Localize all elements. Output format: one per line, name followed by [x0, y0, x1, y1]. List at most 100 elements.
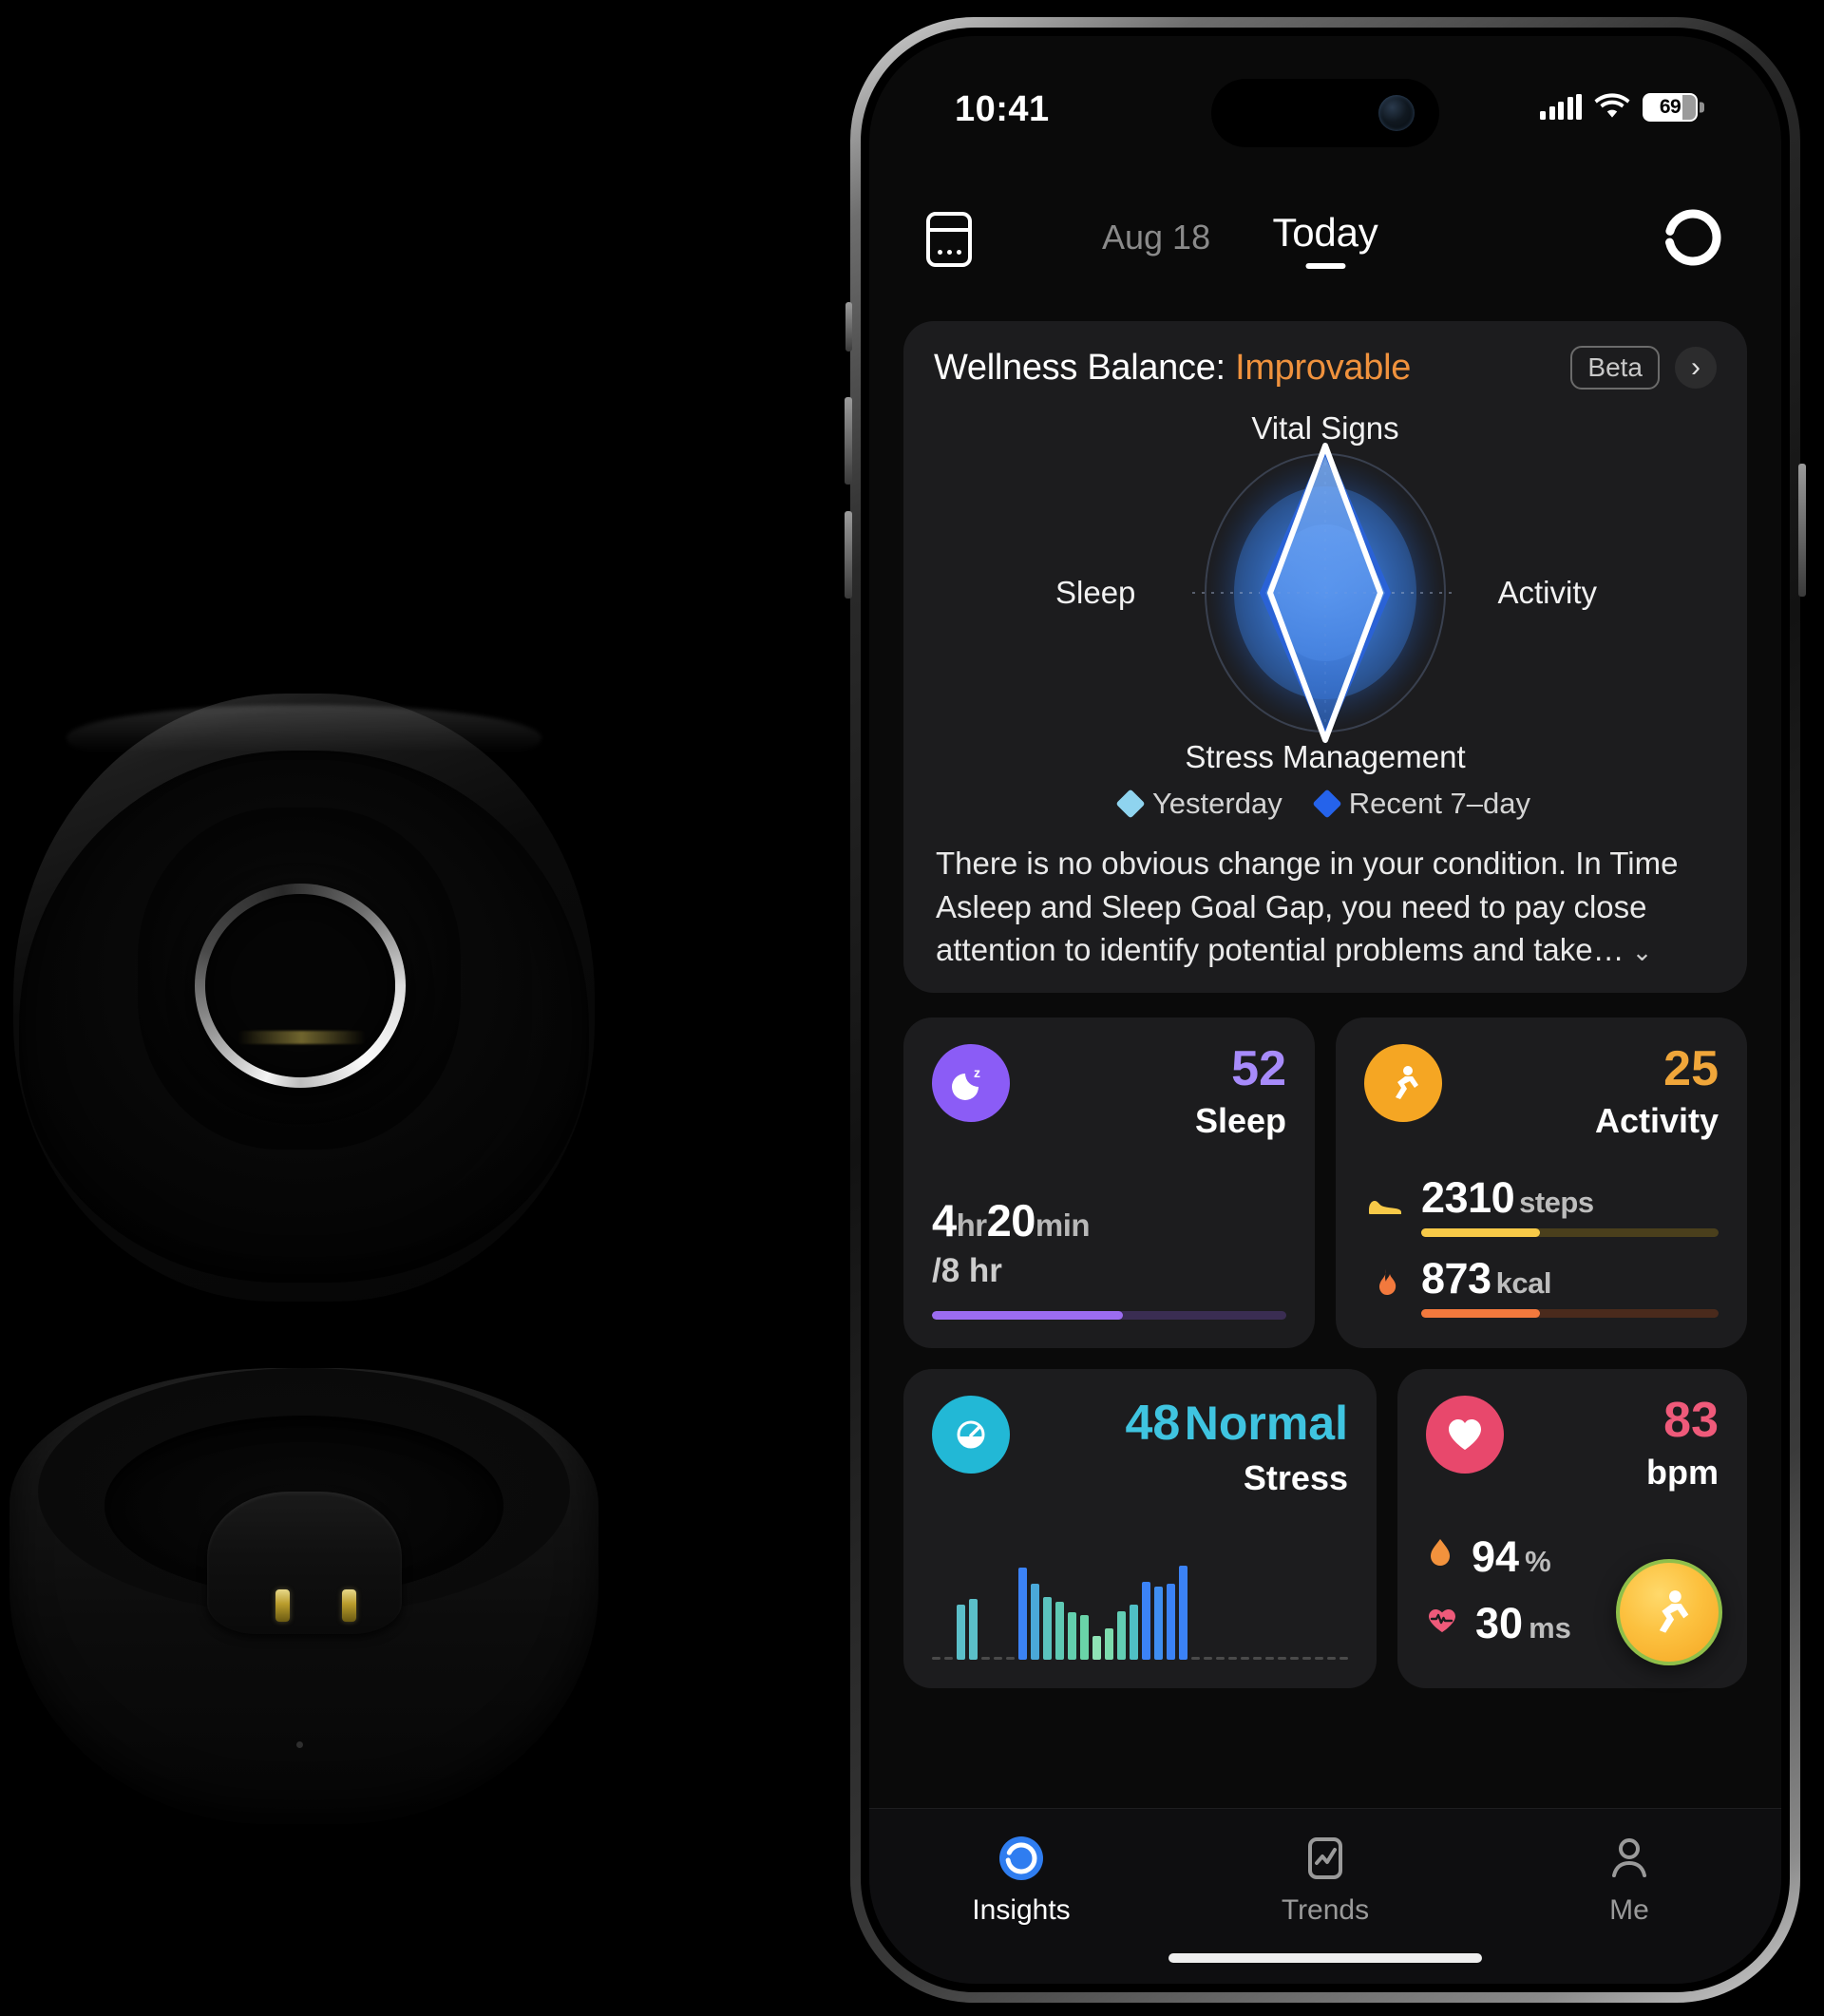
heart-rate-card[interactable]: 83 bpm 94 % 30 ms [1397, 1368, 1747, 1688]
status-time: 10:41 [955, 89, 1050, 129]
stress-bar [1068, 1612, 1076, 1660]
sleep-score: 52 [1231, 1040, 1286, 1096]
steps-value: 2310 [1421, 1172, 1515, 1222]
sleep-score-block: 52 Sleep [1195, 1044, 1286, 1141]
stress-card-label: Stress [1243, 1457, 1348, 1497]
phone-device: 10:41 69 Aug 18 Today Wellness Balance: … [845, 17, 1806, 2003]
legend-label-yesterday: Yesterday [1151, 787, 1282, 820]
battery-percent: 69 [1659, 95, 1682, 118]
beta-badge: Beta [1570, 346, 1660, 390]
smart-ring-contacts [238, 1031, 366, 1044]
flame-icon [1364, 1268, 1406, 1303]
stress-bar [1043, 1596, 1052, 1660]
tab-me[interactable]: Me [1477, 1834, 1781, 1927]
sleep-hours: 4 [932, 1194, 957, 1246]
stress-score-line: 48 Normal [1125, 1396, 1348, 1451]
sleep-card[interactable]: z 52 Sleep 4hr20min /8 hr [903, 1017, 1315, 1348]
stress-bar [1006, 1656, 1015, 1660]
blood-oxygen-value: 94 [1472, 1531, 1520, 1581]
sneaker-icon [1364, 1188, 1406, 1222]
stress-bar [1179, 1565, 1188, 1660]
heart-rate-value: 83 [1663, 1392, 1719, 1448]
workout-run-icon[interactable] [1616, 1558, 1722, 1665]
wellness-balance-card[interactable]: Wellness Balance: Improvable Beta › Vita… [903, 321, 1747, 993]
charging-pin-2 [342, 1589, 356, 1622]
chevron-down-icon[interactable]: ⌄ [1632, 936, 1653, 970]
tab-today[interactable]: Today [1272, 210, 1378, 269]
steps-unit: steps [1519, 1185, 1594, 1219]
calories-progress-bar [1421, 1308, 1719, 1318]
activity-card[interactable]: 25 Activity 2310 steps 873 kcal [1336, 1017, 1747, 1348]
heart-rate-card-header: 83 bpm [1426, 1395, 1719, 1493]
blood-oxygen-unit: % [1525, 1544, 1551, 1578]
legend-item-yesterday: Yesterday [1115, 787, 1282, 821]
radar-plot [1192, 442, 1458, 744]
activity-card-header: 25 Activity [1364, 1043, 1719, 1141]
front-camera-icon [1378, 95, 1415, 131]
tab-label-insights: Insights [972, 1894, 1071, 1926]
stress-bar [1228, 1656, 1237, 1660]
status-indicators: 69 [1540, 91, 1698, 123]
tab-trends[interactable]: Trends [1173, 1834, 1477, 1927]
tab-insights[interactable]: Insights [869, 1834, 1173, 1927]
stress-bar [981, 1656, 990, 1660]
calories-row: 873 kcal [1364, 1254, 1719, 1318]
running-person-icon [1364, 1043, 1442, 1122]
home-indicator[interactable] [1168, 1953, 1482, 1963]
heart-rate-score-block: 83 bpm [1646, 1396, 1719, 1493]
header-date[interactable]: Aug 18 [1102, 218, 1210, 257]
stress-bar [1154, 1586, 1163, 1660]
sleep-duration: 4hr20min [932, 1194, 1286, 1246]
stress-bar [957, 1605, 965, 1660]
cellular-bars-icon [1540, 93, 1582, 120]
stress-bar [1191, 1656, 1200, 1660]
heart-icon [1426, 1395, 1504, 1474]
calendar-icon[interactable] [926, 212, 972, 267]
stress-bar [1105, 1627, 1113, 1660]
power-button[interactable] [1798, 464, 1806, 597]
calories-value-wrap: 873 kcal [1421, 1254, 1551, 1303]
legend-diamond-recent-7day [1312, 789, 1342, 819]
person-icon [1605, 1834, 1654, 1883]
sleep-minutes: 20 [986, 1194, 1036, 1246]
activity-score-block: 25 Activity [1595, 1044, 1719, 1141]
hrv-heartbeat-icon [1426, 1607, 1458, 1640]
blood-oxygen-value-wrap: 94% [1472, 1532, 1551, 1582]
insights-ring-icon [997, 1834, 1046, 1883]
radar-axis-label-sleep: Sleep [1055, 575, 1136, 610]
stress-bar [1130, 1605, 1138, 1660]
stress-bar-chart [932, 1555, 1348, 1660]
steps-col: 2310 steps [1421, 1173, 1719, 1237]
stress-bar [1302, 1656, 1311, 1660]
tab-label-trends: Trends [1281, 1894, 1370, 1926]
steps-value-wrap: 2310 steps [1421, 1173, 1594, 1222]
sleep-progress-bar [932, 1310, 1286, 1320]
wellness-description[interactable]: There is no obvious change in your condi… [903, 821, 1747, 976]
metric-grid-row-2: 48 Normal Stress 83 bpm 94 % 30 ms [903, 1368, 1747, 1688]
sleep-minutes-unit: min [1035, 1207, 1091, 1243]
volume-up-button[interactable] [845, 397, 852, 485]
case-lid-highlight [66, 705, 542, 771]
radar-axis-label-activity: Activity [1497, 575, 1597, 610]
hrv-value-wrap: 30 ms [1475, 1599, 1571, 1648]
stress-state: Normal [1184, 1396, 1348, 1450]
wifi-icon [1594, 91, 1630, 123]
chevron-right-icon[interactable]: › [1675, 347, 1717, 389]
sync-refresh-icon[interactable] [1663, 208, 1722, 267]
volume-down-button[interactable] [845, 511, 852, 599]
stress-bar [1055, 1602, 1064, 1660]
stress-bar [1216, 1656, 1225, 1660]
sleep-card-label: Sleep [1194, 1100, 1286, 1140]
smart-ring [195, 884, 406, 1088]
stress-score-block: 48 Normal Stress [1125, 1396, 1348, 1498]
charging-pin-1 [276, 1589, 290, 1622]
silent-switch[interactable] [846, 302, 852, 352]
status-bar: 10:41 69 [869, 36, 1781, 150]
dynamic-island [1211, 79, 1439, 147]
hrv-value: 30 [1475, 1598, 1524, 1647]
stress-bar [1340, 1656, 1348, 1660]
stress-bar [1315, 1656, 1323, 1660]
screenshot-root: 10:41 69 Aug 18 Today Wellness Balance: … [0, 0, 1824, 2016]
stress-card[interactable]: 48 Normal Stress [903, 1368, 1377, 1688]
activity-card-body: 2310 steps 873 kcal [1364, 1173, 1719, 1318]
